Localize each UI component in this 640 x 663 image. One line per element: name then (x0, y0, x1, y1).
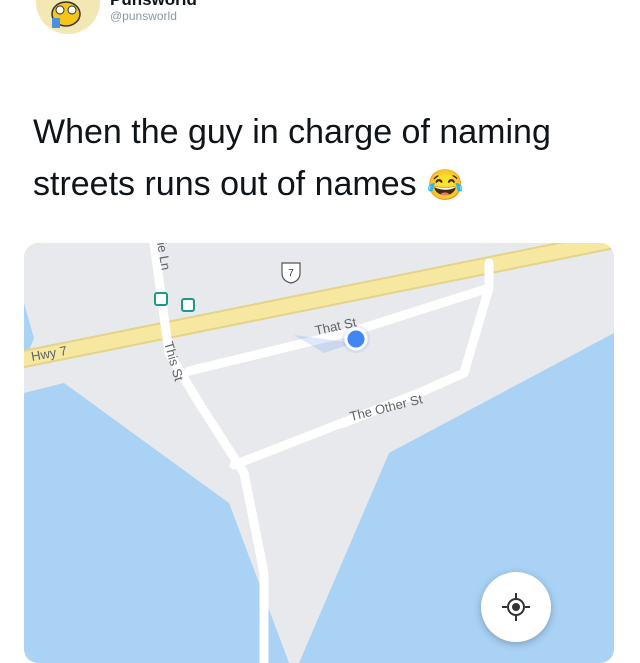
tweet-header: Punsworld™ @punsworld (0, 0, 640, 40)
this-st-label: This St (161, 340, 187, 383)
user-handle[interactable]: @punsworld (110, 9, 177, 23)
avatar[interactable] (36, 0, 100, 34)
route-shield-icon: 7 (281, 262, 301, 284)
other-st-label: The Other St (348, 391, 424, 424)
recenter-icon (502, 593, 530, 621)
water-right (299, 333, 614, 663)
hwy-label: Hwy 7 (30, 343, 68, 364)
route-shield-number: 7 (288, 268, 294, 279)
laughing-emoji-icon: 😂 (426, 169, 464, 202)
tweet-body: When the guy in charge of naming streets… (33, 113, 551, 203)
tweet-text: When the guy in charge of naming streets… (33, 106, 613, 212)
recenter-button[interactable] (481, 572, 551, 642)
water-left (24, 383, 289, 663)
